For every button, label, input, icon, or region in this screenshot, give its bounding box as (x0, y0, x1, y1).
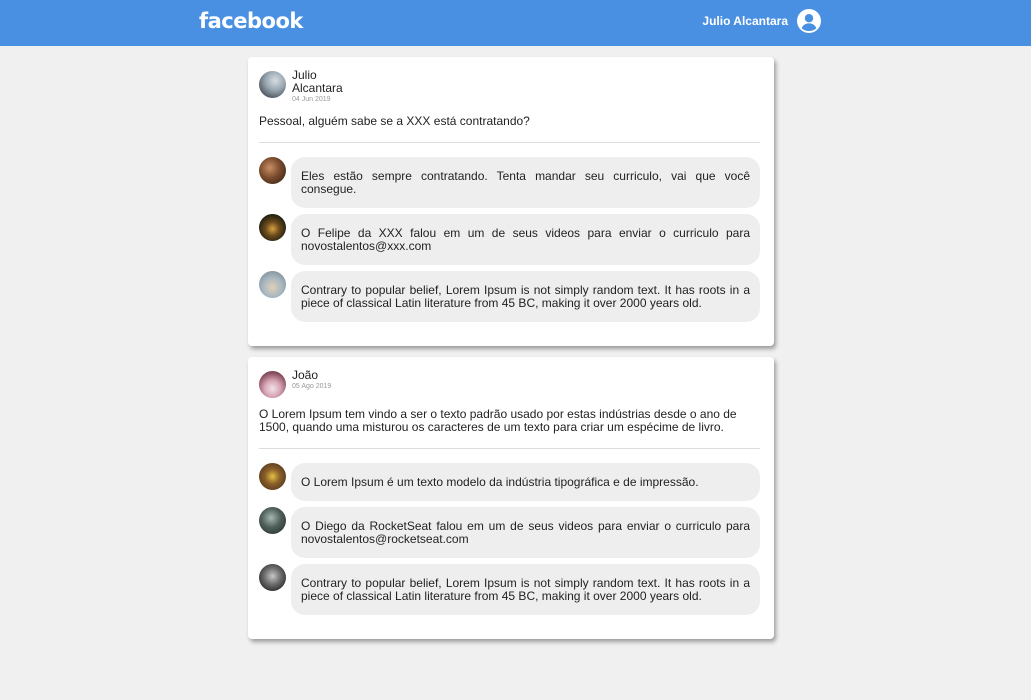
post-date: 04 Jun 2019 (292, 96, 331, 103)
post: Julio Alcantara 04 Jun 2019 Pessoal, alg… (248, 57, 774, 346)
post-header: João 05 Ago 2019 (259, 369, 760, 398)
commenter-avatar[interactable] (259, 271, 286, 298)
comment: Contrary to popular belief, Lorem Ipsum … (259, 271, 760, 322)
comment: O Lorem Ipsum é um texto modelo da indús… (259, 463, 760, 501)
comment: Eles estão sempre contratando. Tenta man… (259, 157, 760, 208)
facebook-logo[interactable]: facebook (199, 9, 303, 33)
commenter-avatar[interactable] (259, 214, 286, 241)
user-name[interactable]: Julio Alcantara (702, 14, 788, 28)
commenter-avatar[interactable] (259, 507, 286, 534)
comment-bubble: O Felipe da XXX falou em um de seus vide… (291, 214, 760, 265)
commenter-avatar[interactable] (259, 463, 286, 490)
comment: O Felipe da XXX falou em um de seus vide… (259, 214, 760, 265)
author-info: João 05 Ago 2019 (292, 369, 352, 392)
comment-bubble: O Lorem Ipsum é um texto modelo da indús… (291, 463, 760, 501)
comment-bubble: Contrary to popular belief, Lorem Ipsum … (291, 271, 760, 322)
comment-bubble: Contrary to popular belief, Lorem Ipsum … (291, 564, 760, 615)
post-text: O Lorem Ipsum tem vindo a ser o texto pa… (259, 407, 737, 434)
user-profile-link[interactable]: Julio Alcantara (702, 9, 821, 33)
post-date: 05 Ago 2019 (292, 383, 332, 390)
comment: Contrary to popular belief, Lorem Ipsum … (259, 564, 760, 615)
user-circle-icon[interactable] (797, 9, 821, 33)
post-header: Julio Alcantara 04 Jun 2019 (259, 69, 760, 105)
top-bar: facebook Julio Alcantara (0, 0, 1031, 46)
author-avatar[interactable] (259, 71, 286, 98)
news-feed: Julio Alcantara 04 Jun 2019 Pessoal, alg… (248, 57, 774, 650)
comment-bubble: Eles estão sempre contratando. Tenta man… (291, 157, 760, 208)
post: João 05 Ago 2019 O Lorem Ipsum tem vindo… (248, 357, 774, 639)
comment: O Diego da RocketSeat falou em um de seu… (259, 507, 760, 558)
post-divider (259, 142, 760, 143)
post-author[interactable]: João (292, 369, 352, 382)
post-author[interactable]: Julio Alcantara (292, 69, 352, 95)
commenter-avatar[interactable] (259, 564, 286, 591)
author-info: Julio Alcantara 04 Jun 2019 (292, 69, 352, 105)
author-avatar[interactable] (259, 371, 286, 398)
post-text: Pessoal, alguém sabe se a XXX está contr… (259, 114, 530, 128)
post-divider (259, 448, 760, 449)
commenter-avatar[interactable] (259, 157, 286, 184)
comment-bubble: O Diego da RocketSeat falou em um de seu… (291, 507, 760, 558)
